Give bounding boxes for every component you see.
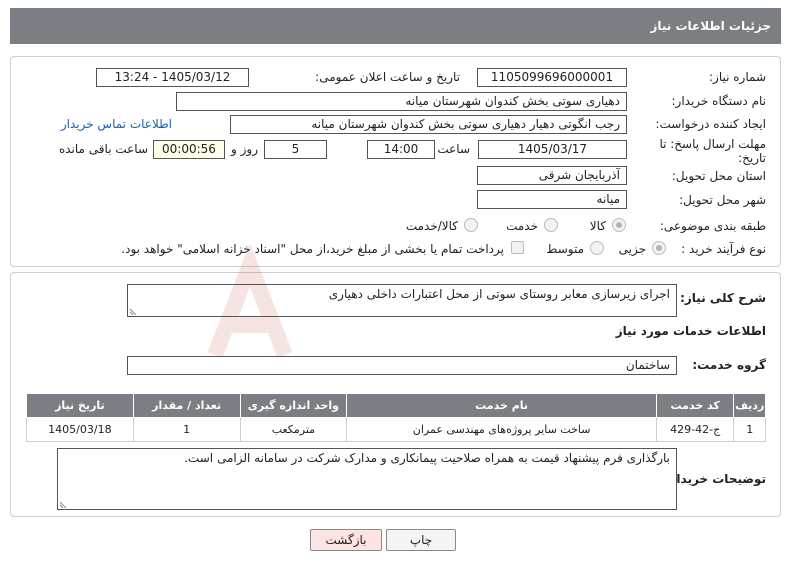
service-code-cell: ج-42-429 (655, 417, 735, 442)
need-date-cell: 1405/03/18 (26, 417, 134, 442)
process-option-medium: متوسط (546, 242, 584, 256)
announce-datetime-label: تاریخ و ساعت اعلان عمومی: (315, 70, 460, 84)
city-label: شهر محل تحویل: (679, 193, 766, 207)
col-date-header: تاریخ نیاز (26, 393, 134, 418)
need-details-panel: شرح کلی نیاز: اجرای زیرسازی معابر روستای… (10, 272, 781, 517)
category-radio-goods-service[interactable] (464, 218, 478, 232)
remaining-time-label: ساعت باقی مانده (58, 142, 148, 156)
resize-grip-icon[interactable] (60, 500, 68, 508)
province-field[interactable]: آذربایجان شرقی (477, 166, 627, 185)
summary-label: شرح کلی نیاز: (680, 291, 766, 305)
services-table-header: ردیف کد خدمت نام خدمت واحد اندازه گیری ت… (26, 393, 766, 418)
resize-grip-icon[interactable] (130, 307, 138, 315)
service-name-cell: ساخت سایر پروژه‌های مهندسی عمران (346, 417, 657, 442)
buyer-notes-text: بارگذاری فرم پیشنهاد قیمت به همراه صلاحی… (184, 451, 670, 465)
treasury-payment-note: پرداخت تمام یا بخشی از مبلغ خرید،از محل … (121, 242, 504, 256)
row-number-cell: 1 (733, 417, 766, 442)
category-option-goods-service: کالا/خدمت (405, 219, 458, 233)
table-row: 1 ج-42-429 ساخت سایر پروژه‌های مهندسی عم… (26, 417, 766, 442)
col-qty-header: تعداد / مقدار (132, 393, 241, 418)
requester-field[interactable]: رجب انگوتی دهیار دهیاری سوتی بخش کندوان … (230, 115, 627, 134)
category-option-goods: کالا (589, 219, 606, 233)
col-unit-header: واحد اندازه گیری (239, 393, 348, 418)
col-code-header: کد خدمت (655, 393, 735, 418)
need-number-label: شماره نیاز: (709, 70, 766, 84)
summary-textarea[interactable]: اجرای زیرسازی معابر روستای سوتی از محل ا… (127, 284, 677, 317)
print-button[interactable]: چاپ (386, 529, 456, 551)
process-option-minor: جزیی (618, 242, 646, 256)
buyer-org-field[interactable]: دهیاری سوتی بخش کندوان شهرستان میانه (176, 92, 627, 111)
contact-buyer-link[interactable]: اطلاعات تماس خریدار (61, 117, 172, 131)
summary-text: اجرای زیرسازی معابر روستای سوتی از محل ا… (328, 287, 670, 301)
category-option-service: خدمت (506, 219, 538, 233)
days-label: روز و (231, 142, 258, 156)
deadline-time-label: ساعت (437, 142, 470, 156)
services-section-title: اطلاعات خدمات مورد نیاز (615, 324, 766, 338)
category-radio-goods[interactable] (612, 218, 626, 232)
announce-datetime-field[interactable]: 1405/03/12 - 13:24 (96, 68, 249, 87)
remaining-time-field[interactable]: 00:00:56 (153, 140, 225, 159)
quantity-cell: 1 (132, 417, 241, 442)
deadline-date-field[interactable]: 1405/03/17 (478, 140, 627, 159)
buyer-org-label: نام دستگاه خریدار: (671, 94, 767, 108)
col-name-header: نام خدمت (346, 393, 657, 418)
page-header: جزئیات اطلاعات نیاز (10, 8, 781, 44)
category-label: طبقه بندی موضوعی: (659, 219, 766, 233)
requester-label: ایجاد کننده درخواست: (655, 117, 766, 131)
page-title: جزئیات اطلاعات نیاز (650, 19, 771, 33)
back-button[interactable]: بازگشت (310, 529, 382, 551)
buyer-notes-label: توضیحات خریدار: (664, 472, 766, 486)
process-radio-medium[interactable] (590, 241, 604, 255)
need-number-field[interactable]: 1105099696000001 (477, 68, 627, 87)
process-radio-minor[interactable] (652, 241, 666, 255)
buyer-notes-textarea[interactable]: بارگذاری فرم پیشنهاد قیمت به همراه صلاحی… (57, 448, 677, 510)
province-label: استان محل تحویل: (671, 169, 766, 183)
category-radio-service[interactable] (544, 218, 558, 232)
unit-cell: مترمکعب (239, 417, 348, 442)
need-info-panel: شماره نیاز: 1105099696000001 تاریخ و ساع… (10, 56, 781, 267)
service-group-label: گروه خدمت: (692, 358, 766, 372)
deadline-time-field[interactable]: 14:00 (367, 140, 435, 159)
col-row-header: ردیف (733, 393, 766, 418)
remaining-days-field[interactable]: 5 (264, 140, 327, 159)
treasury-payment-checkbox[interactable] (511, 241, 524, 254)
city-field[interactable]: میانه (477, 190, 627, 209)
service-group-field[interactable]: ساختمان (127, 356, 677, 375)
services-table: ردیف کد خدمت نام خدمت واحد اندازه گیری ت… (26, 393, 766, 442)
process-label: نوع فرآیند خرید : (681, 242, 766, 256)
deadline-label: مهلت ارسال پاسخ: تا تاریخ: (659, 137, 766, 165)
